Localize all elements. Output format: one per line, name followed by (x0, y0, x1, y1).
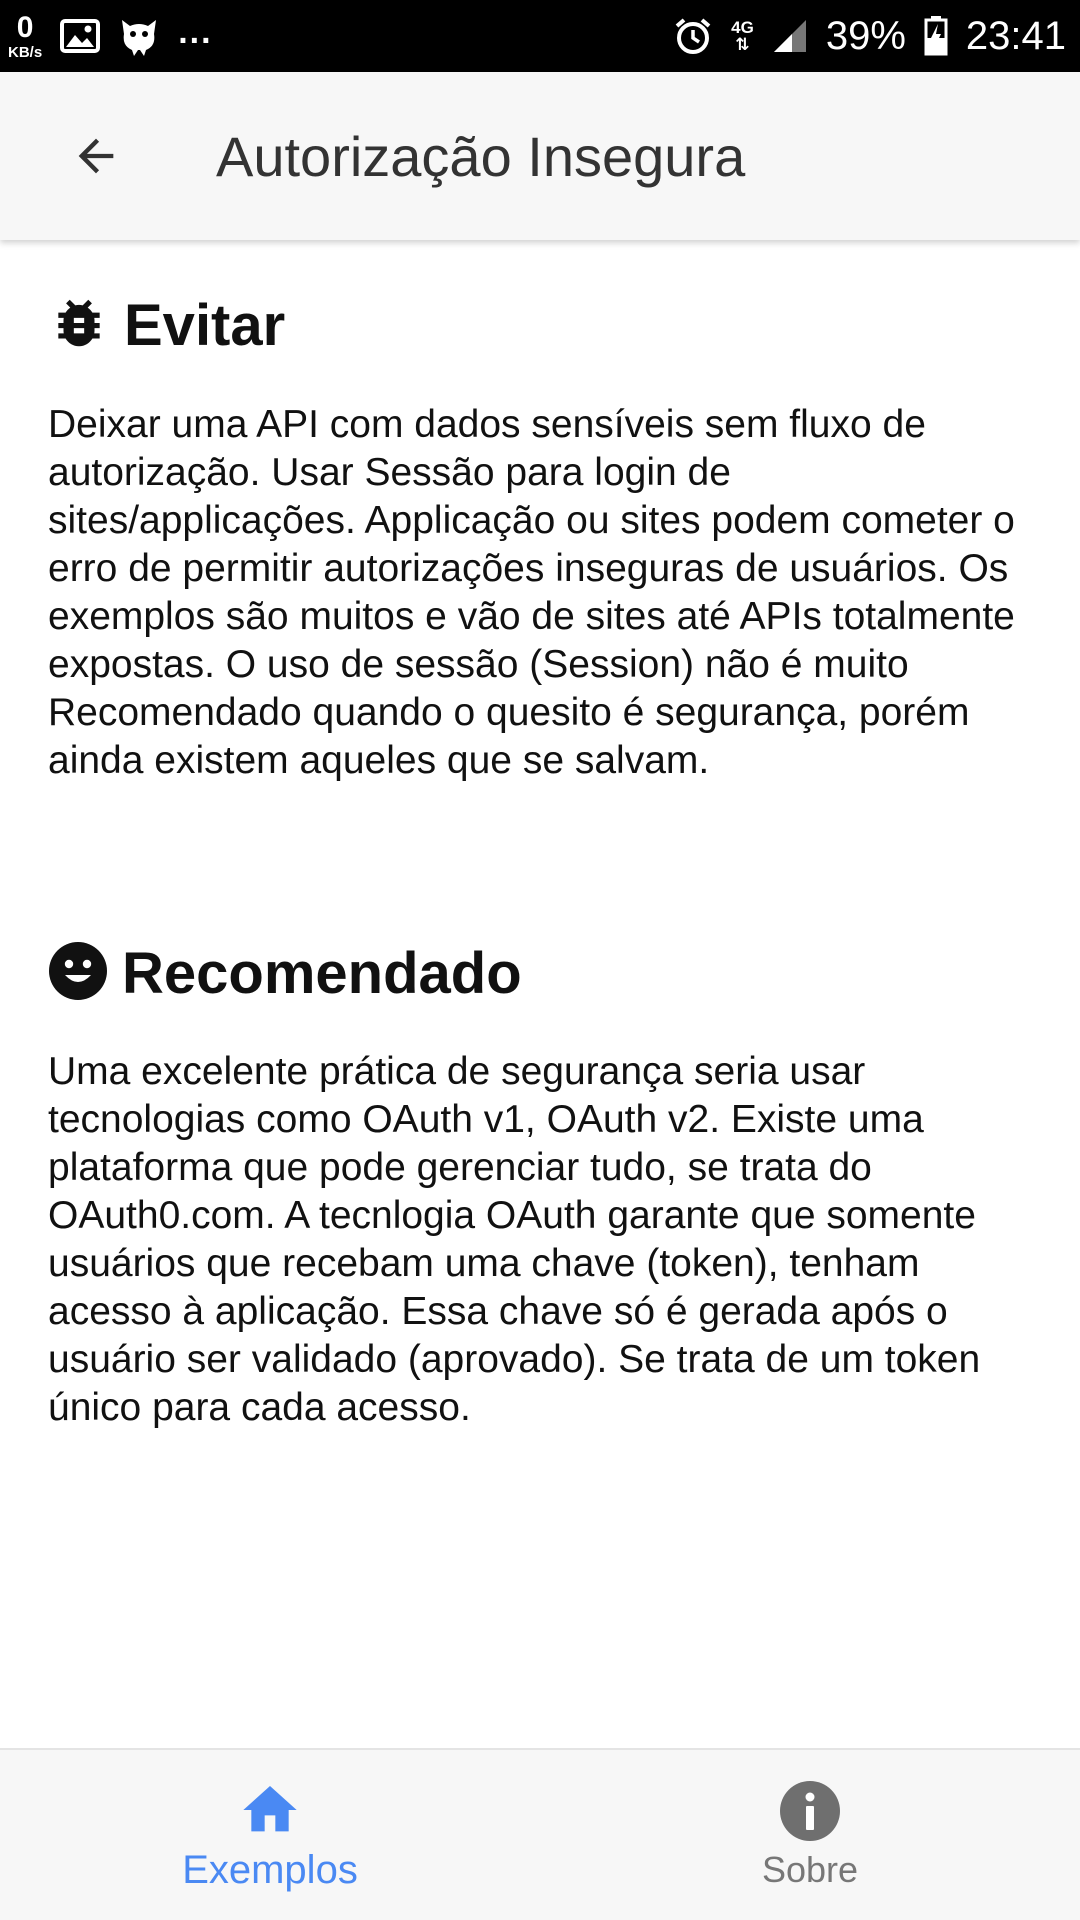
signal-strength-icon (772, 18, 808, 54)
network-type-label: 4G (731, 18, 754, 37)
back-button[interactable] (46, 106, 146, 206)
more-notifications-indicator: ... (178, 12, 213, 51)
info-icon (780, 1781, 840, 1841)
network-type-indicator: 4G ⇅ (731, 18, 754, 54)
home-icon (243, 1785, 297, 1831)
clock-time: 23:41 (965, 13, 1066, 58)
status-bar: 0 KB/s ... 4G ⇅ 39% 23:41 (0, 0, 1080, 72)
bug-icon (48, 292, 110, 359)
status-bar-left: 0 KB/s ... (8, 10, 213, 61)
tab-examples[interactable]: Exemplos (0, 1750, 540, 1920)
section-body: Uma excelente prática de segurança seria… (48, 1050, 981, 1429)
section-heading-recommended: Recomendado (48, 941, 1032, 1006)
smile-icon (48, 941, 108, 1006)
section-title: Recomendado (122, 940, 522, 1006)
arrow-back-icon (78, 138, 114, 174)
network-speed-value: 0 (16, 10, 34, 44)
network-speed-unit: KB/s (8, 43, 43, 61)
gallery-notification-icon (60, 19, 101, 53)
app-bar: Autorização Insegura (0, 72, 1080, 240)
alarm-icon (673, 16, 713, 56)
section-recommended: Recomendado Uma excelente prática de seg… (48, 785, 1032, 1432)
section-title: Evitar (124, 292, 286, 358)
page-title: Autorização Insegura (216, 124, 746, 188)
section-body: Deixar uma API com dados sensíveis sem f… (48, 403, 1015, 782)
section-heading-avoid: Evitar (48, 292, 1032, 359)
content-area[interactable]: Evitar Deixar uma API com dados sensívei… (0, 240, 1080, 1748)
network-speed-indicator: 0 KB/s (8, 10, 43, 61)
status-bar-right: 4G ⇅ 39% 23:41 (673, 14, 1066, 59)
tab-examples-label: Exemplos (182, 1847, 358, 1892)
tab-about-label: Sobre (761, 1849, 859, 1890)
section-avoid: Evitar Deixar uma API com dados sensívei… (48, 240, 1032, 785)
battery-icon (924, 16, 948, 56)
app-notification-icon (118, 16, 160, 56)
tab-about[interactable]: Sobre (540, 1750, 1080, 1920)
bottom-navigation: Exemplos Sobre (0, 1748, 1080, 1920)
battery-percent: 39% (825, 13, 906, 58)
